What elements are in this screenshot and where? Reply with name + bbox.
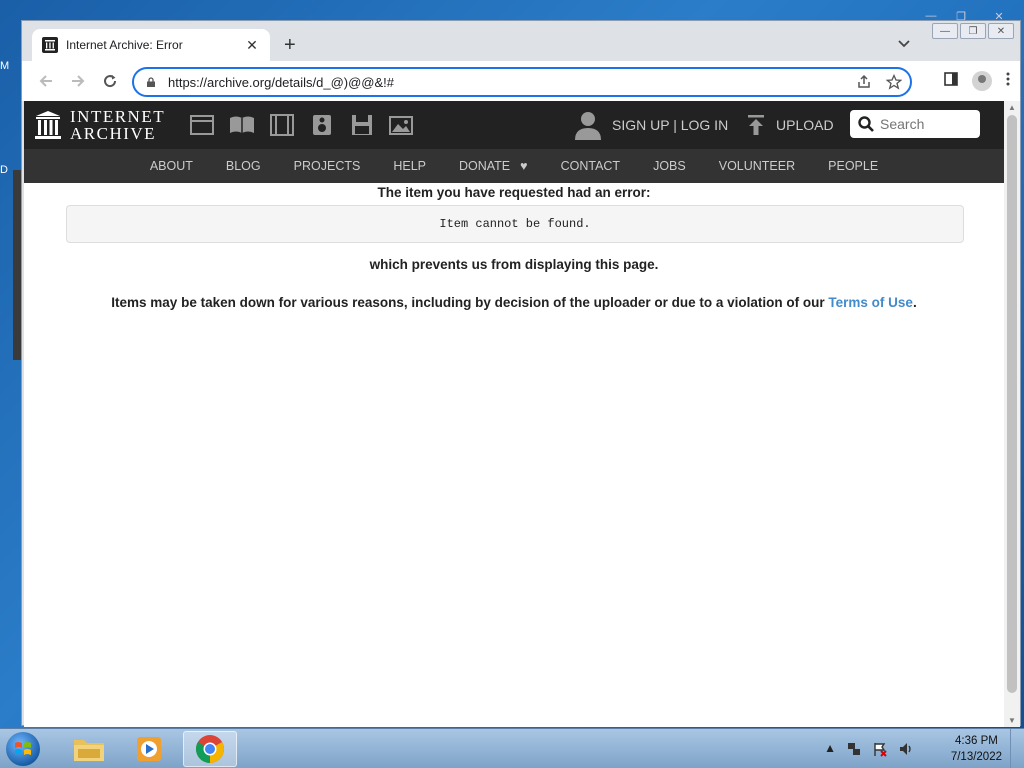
vertical-scrollbar[interactable]: ▲ ▼	[1004, 101, 1020, 727]
archive-logo-icon	[35, 111, 61, 139]
show-desktop-button[interactable]	[1010, 729, 1024, 768]
tab-strip: Internet Archive: Error ✕ + — ❐ ✕	[22, 21, 1020, 61]
maximize-icon[interactable]: ❐	[960, 23, 986, 39]
terms-of-use-link[interactable]: Terms of Use	[828, 295, 913, 310]
side-panel-icon[interactable]	[944, 72, 958, 90]
forward-icon[interactable]	[68, 71, 88, 91]
chrome-icon	[196, 735, 224, 763]
texts-book-icon[interactable]	[229, 114, 255, 136]
nav-donate[interactable]: DONATE ♥	[442, 159, 544, 173]
folder-icon	[74, 740, 104, 761]
start-button[interactable]	[6, 732, 40, 766]
address-bar[interactable]: https://archive.org/details/d_@)@@&!#	[132, 67, 912, 97]
upload-button[interactable]: UPLOAD	[746, 114, 834, 136]
back-icon[interactable]	[36, 71, 56, 91]
taskbar-clock[interactable]: 4:36 PM 7/13/2022	[951, 733, 1002, 765]
error-heading: The item you have requested had an error…	[377, 185, 651, 200]
tab-close-icon[interactable]: ✕	[244, 37, 260, 54]
error-message: Item cannot be found.	[439, 217, 591, 231]
network-icon[interactable]	[846, 741, 862, 760]
windows-logo-icon	[15, 742, 31, 755]
windows-taskbar: ▲ 4:36 PM 7/13/2022	[0, 728, 1024, 768]
clock-time: 4:36 PM	[955, 735, 998, 747]
media-player-icon	[137, 737, 161, 761]
error-content: The item you have requested had an error…	[24, 185, 1004, 310]
taskbar-media-player[interactable]	[122, 731, 176, 767]
heart-icon: ♥	[520, 159, 528, 173]
tab-title: Internet Archive: Error	[66, 38, 183, 52]
images-icon[interactable]	[389, 114, 415, 136]
browser-window: Internet Archive: Error ✕ + — ❐ ✕ https:…	[21, 20, 1021, 727]
desktop-fragment: D	[0, 164, 8, 176]
clock-date: 7/13/2022	[950, 751, 1002, 763]
tab-internet-archive[interactable]: Internet Archive: Error ✕	[32, 29, 270, 61]
error-note-text: Items may be taken down for various reas…	[111, 295, 825, 310]
nav-blog[interactable]: BLOG	[209, 159, 277, 173]
toolbar-right	[944, 71, 1010, 91]
logo-line-2: ARCHIVE	[70, 124, 157, 143]
software-floppy-icon[interactable]	[349, 114, 375, 136]
bookmark-star-icon[interactable]	[885, 73, 903, 93]
profile-avatar-icon[interactable]	[972, 71, 992, 91]
nav-jobs[interactable]: JOBS	[637, 159, 703, 173]
error-message-box: Item cannot be found.	[66, 205, 964, 243]
menu-kebab-icon[interactable]	[1006, 72, 1010, 90]
ia-search-box[interactable]	[850, 110, 980, 138]
window-controls: — ❐ ✕	[932, 23, 1014, 39]
audio-speaker-icon[interactable]	[309, 114, 335, 136]
upload-icon	[748, 115, 764, 135]
nav-donate-label: DONATE	[458, 159, 511, 173]
tab-search-chevron-icon[interactable]	[898, 37, 910, 51]
media-type-icons	[189, 114, 415, 136]
nav-help[interactable]: HELP	[377, 159, 443, 173]
sign-up-log-in-link[interactable]: SIGN UP | LOG IN	[612, 117, 728, 133]
flag-alert-icon[interactable]	[872, 741, 888, 760]
new-tab-icon[interactable]: +	[284, 35, 296, 55]
lock-icon	[147, 77, 155, 87]
error-subtext: which prevents us from displaying this p…	[369, 257, 659, 272]
error-note-end: .	[912, 295, 917, 310]
scroll-thumb[interactable]	[1007, 115, 1017, 693]
search-icon	[858, 116, 874, 132]
logo-line-1: INTERNET	[70, 107, 166, 126]
ia-nav-bar: ABOUT BLOG PROJECTS HELP DONATE ♥ CONTAC…	[24, 149, 1004, 183]
tray-expand-icon[interactable]: ▲	[824, 741, 836, 760]
user-icon	[575, 112, 601, 140]
reload-icon[interactable]	[100, 71, 120, 91]
nav-contact[interactable]: CONTACT	[544, 159, 637, 173]
scroll-down-icon[interactable]: ▼	[1008, 716, 1016, 725]
error-note: Items may be taken down for various reas…	[24, 295, 1004, 310]
archive-favicon-icon	[42, 37, 58, 53]
nav-people[interactable]: PEOPLE	[812, 159, 895, 173]
ia-top-bar: INTERNET ARCHIVE SIGN UP | LOG IN UPLOAD…	[24, 101, 1004, 149]
url-text[interactable]: https://archive.org/details/d_@)@@&!#	[168, 75, 394, 90]
nav-volunteer[interactable]: VOLUNTEER	[702, 159, 811, 173]
omnibox-actions	[856, 73, 903, 93]
page-viewport: INTERNET ARCHIVE SIGN UP | LOG IN UPLOAD…	[24, 101, 1004, 727]
web-icon[interactable]	[189, 114, 215, 136]
minimize-icon[interactable]: —	[932, 23, 958, 39]
close-icon[interactable]: ✕	[988, 23, 1014, 39]
upload-label: UPLOAD	[776, 117, 834, 133]
sign-up-log-in[interactable]: SIGN UP | LOG IN	[574, 110, 728, 140]
video-film-icon[interactable]	[269, 114, 295, 136]
search-input[interactable]	[880, 116, 976, 132]
browser-toolbar: https://archive.org/details/d_@)@@&!#	[22, 61, 1020, 101]
ia-logo[interactable]: INTERNET ARCHIVE	[34, 108, 165, 142]
desktop-fragment: M	[0, 60, 10, 72]
system-tray: ▲	[824, 741, 914, 760]
taskbar-chrome[interactable]	[183, 731, 237, 767]
desktop-window-edge	[13, 170, 21, 360]
share-icon[interactable]	[856, 74, 872, 93]
nav-about[interactable]: ABOUT	[133, 159, 209, 173]
taskbar-explorer[interactable]	[62, 731, 116, 767]
scroll-up-icon[interactable]: ▲	[1008, 103, 1016, 112]
nav-projects[interactable]: PROJECTS	[277, 159, 377, 173]
volume-icon[interactable]	[898, 741, 914, 760]
